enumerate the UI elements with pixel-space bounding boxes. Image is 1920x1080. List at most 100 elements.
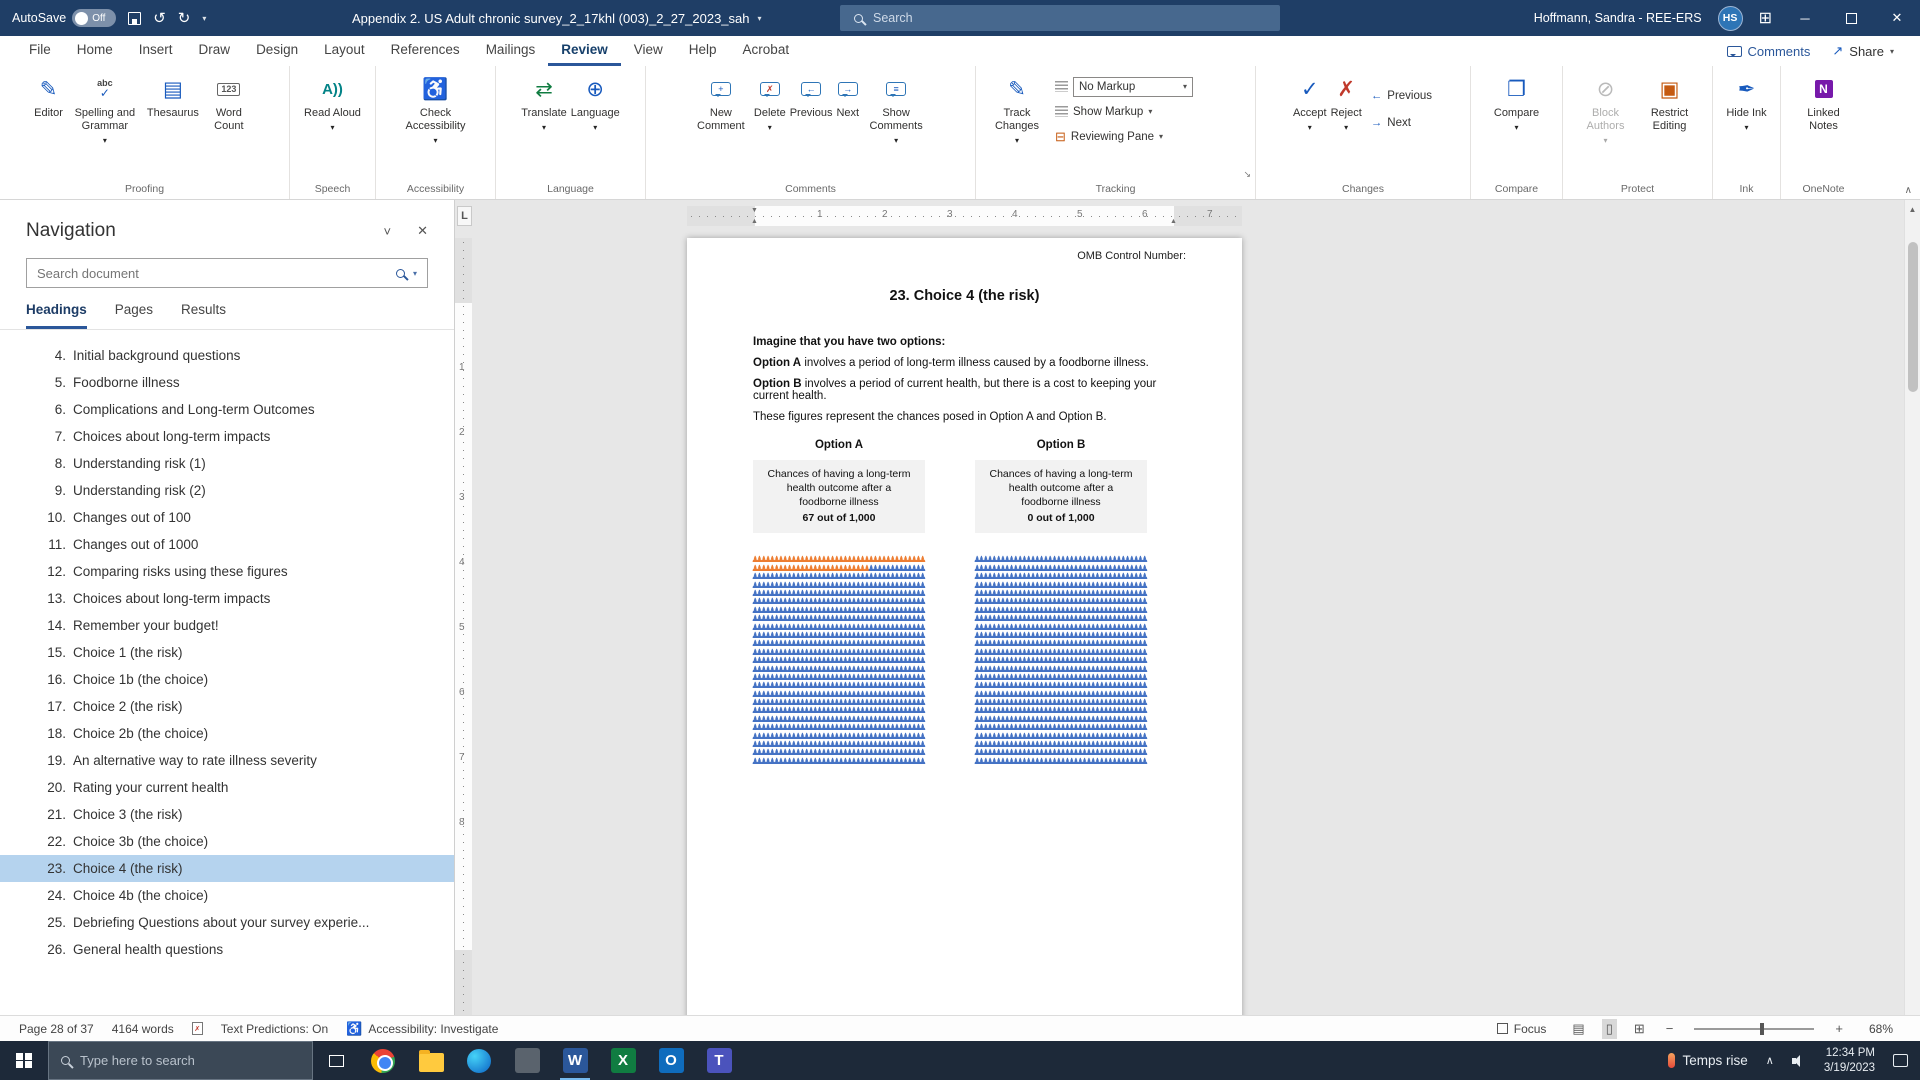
nav-heading-item[interactable]: 15.Choice 1 (the risk) bbox=[0, 639, 454, 666]
spelling-grammar-button[interactable]: abc✓ Spelling and Grammar ▾ bbox=[65, 69, 145, 147]
autosave-switch[interactable]: Off bbox=[72, 9, 116, 27]
nav-heading-item[interactable]: 23.Choice 4 (the risk) bbox=[0, 855, 454, 882]
right-indent-marker[interactable]: ▲ bbox=[1170, 218, 1177, 225]
share-button[interactable]: ↗ Share ▾ bbox=[1832, 43, 1894, 59]
nav-heading-item[interactable]: 14.Remember your budget! bbox=[0, 612, 454, 639]
nav-heading-item[interactable]: 18.Choice 2b (the choice) bbox=[0, 720, 454, 747]
proofing-errors-icon[interactable]: ✗ bbox=[183, 1022, 212, 1035]
zoom-slider[interactable] bbox=[1694, 1028, 1814, 1030]
start-button[interactable] bbox=[0, 1041, 48, 1080]
display-for-review-select[interactable]: No Markup ▾ bbox=[1073, 77, 1193, 97]
next-change-button[interactable]: → Next bbox=[1368, 112, 1435, 133]
first-line-indent-marker[interactable]: ▼ bbox=[751, 207, 758, 214]
document-title-area[interactable]: Appendix 2. US Adult chronic survey_2_17… bbox=[352, 0, 762, 36]
show-comments-button[interactable]: ≡ Show Comments ▾ bbox=[861, 69, 931, 147]
maximize-button[interactable] bbox=[1828, 0, 1874, 36]
app-taskbar-button-4[interactable] bbox=[503, 1041, 551, 1080]
taskbar-search[interactable] bbox=[48, 1041, 313, 1080]
customize-qat-icon[interactable]: ▾ bbox=[202, 14, 206, 23]
avatar[interactable]: HS bbox=[1718, 6, 1743, 31]
nav-search-input[interactable] bbox=[37, 266, 388, 281]
tab-design[interactable]: Design bbox=[243, 36, 311, 66]
page-indicator[interactable]: Page 28 of 37 bbox=[10, 1022, 103, 1036]
tab-references[interactable]: References bbox=[378, 36, 473, 66]
nav-heading-item[interactable]: 4.Initial background questions bbox=[0, 342, 454, 369]
nav-tab-pages[interactable]: Pages bbox=[115, 302, 153, 329]
titlebar-search[interactable] bbox=[840, 5, 1280, 31]
nav-heading-item[interactable]: 25.Debriefing Questions about your surve… bbox=[0, 909, 454, 936]
outlook-taskbar-button[interactable]: O bbox=[647, 1041, 695, 1080]
horizontal-ruler[interactable]: 1234567 ▼ ▲ ▲ bbox=[687, 206, 1242, 226]
nav-heading-item[interactable]: 20.Rating your current health bbox=[0, 774, 454, 801]
scrollbar-thumb[interactable] bbox=[1908, 242, 1918, 392]
accessibility-status[interactable]: ♿ Accessibility: Investigate bbox=[337, 1021, 507, 1037]
tab-layout[interactable]: Layout bbox=[311, 36, 378, 66]
tab-review[interactable]: Review bbox=[548, 36, 621, 66]
nav-pane-close-icon[interactable]: ✕ bbox=[417, 223, 428, 239]
speaker-icon[interactable] bbox=[1792, 1055, 1806, 1067]
search-input[interactable] bbox=[873, 11, 1266, 25]
new-comment-button[interactable]: + New Comment bbox=[690, 69, 752, 135]
read-mode-icon[interactable]: ▤ bbox=[1568, 1019, 1588, 1039]
nav-search-box[interactable]: ▾ bbox=[26, 258, 428, 288]
nav-search-chevron-icon[interactable]: ▾ bbox=[413, 269, 417, 278]
tab-file[interactable]: File bbox=[16, 36, 64, 66]
save-icon[interactable] bbox=[128, 12, 141, 25]
accept-button[interactable]: ✓ Accept ▾ bbox=[1291, 69, 1329, 134]
nav-heading-item[interactable]: 19.An alternative way to rate illness se… bbox=[0, 747, 454, 774]
hidden-icons-chevron-icon[interactable]: ∧ bbox=[1766, 1054, 1774, 1067]
task-view-button[interactable] bbox=[313, 1041, 359, 1080]
nav-heading-item[interactable]: 17.Choice 2 (the risk) bbox=[0, 693, 454, 720]
nav-heading-item[interactable]: 13.Choices about long-term impacts bbox=[0, 585, 454, 612]
scroll-up-icon[interactable]: ▲ bbox=[1905, 200, 1920, 218]
compare-button[interactable]: ❐ Compare ▾ bbox=[1492, 69, 1541, 134]
reviewing-pane-button[interactable]: ⊟ Reviewing Pane ▾ bbox=[1052, 126, 1196, 147]
delete-comment-button[interactable]: ✗ Delete ▾ bbox=[752, 69, 788, 134]
block-authors-button[interactable]: ⊘ Block Authors ▾ bbox=[1574, 69, 1638, 147]
translate-button[interactable]: ⇄ Translate ▾ bbox=[519, 69, 568, 134]
print-layout-icon[interactable]: ▯ bbox=[1602, 1019, 1617, 1039]
weather-widget[interactable]: Temps rise bbox=[1668, 1053, 1748, 1068]
word-count-button[interactable]: 123 Word Count bbox=[201, 69, 257, 135]
nav-heading-item[interactable]: 21.Choice 3 (the risk) bbox=[0, 801, 454, 828]
editor-button[interactable]: ✎ Editor bbox=[32, 69, 65, 122]
linked-notes-button[interactable]: N Linked Notes bbox=[1795, 69, 1853, 135]
tracking-dialog-launcher-icon[interactable]: ↘ bbox=[1243, 169, 1251, 180]
previous-comment-button[interactable]: ← Previous bbox=[788, 69, 835, 122]
redo-icon[interactable]: ↻ bbox=[178, 11, 191, 26]
nav-heading-item[interactable]: 6.Complications and Long-term Outcomes bbox=[0, 396, 454, 423]
excel-taskbar-button[interactable]: X bbox=[599, 1041, 647, 1080]
vertical-scrollbar[interactable]: ▲ bbox=[1904, 200, 1920, 1015]
left-indent-marker[interactable]: ▲ bbox=[751, 218, 758, 225]
minimize-button[interactable]: ─ bbox=[1782, 0, 1828, 36]
nav-heading-item[interactable]: 12.Comparing risks using these figures bbox=[0, 558, 454, 585]
zoom-out-icon[interactable]: − bbox=[1662, 1019, 1678, 1038]
action-center-icon[interactable] bbox=[1893, 1054, 1908, 1067]
nav-heading-item[interactable]: 24.Choice 4b (the choice) bbox=[0, 882, 454, 909]
show-markup-button[interactable]: Show Markup ▾ bbox=[1052, 101, 1196, 122]
tab-insert[interactable]: Insert bbox=[126, 36, 186, 66]
word-count-indicator[interactable]: 4164 words bbox=[103, 1022, 183, 1036]
nav-heading-item[interactable]: 9.Understanding risk (2) bbox=[0, 477, 454, 504]
file-explorer-taskbar-button[interactable] bbox=[407, 1041, 455, 1080]
nav-heading-item[interactable]: 10.Changes out of 100 bbox=[0, 504, 454, 531]
taskbar-search-input[interactable] bbox=[80, 1053, 300, 1068]
undo-icon[interactable]: ↺ bbox=[153, 11, 166, 26]
tab-view[interactable]: View bbox=[621, 36, 676, 66]
tab-acrobat[interactable]: Acrobat bbox=[730, 36, 803, 66]
tab-selector-icon[interactable]: L bbox=[457, 206, 472, 226]
nav-tab-headings[interactable]: Headings bbox=[26, 302, 87, 329]
nav-heading-item[interactable]: 26.General health questions bbox=[0, 936, 454, 963]
nav-heading-item[interactable]: 7.Choices about long-term impacts bbox=[0, 423, 454, 450]
next-comment-button[interactable]: → Next bbox=[834, 69, 861, 122]
user-name[interactable]: Hoffmann, Sandra - REE-ERS bbox=[1534, 11, 1702, 25]
ribbon-display-options-icon[interactable]: ⊞ bbox=[1759, 8, 1772, 28]
tab-mailings[interactable]: Mailings bbox=[473, 36, 549, 66]
edge-taskbar-button[interactable] bbox=[455, 1041, 503, 1080]
nav-pane-options-icon[interactable]: ˅ bbox=[384, 224, 392, 239]
restrict-editing-button[interactable]: ▣ Restrict Editing bbox=[1638, 69, 1702, 135]
thesaurus-button[interactable]: ▤ Thesaurus bbox=[145, 69, 201, 122]
text-predictions-indicator[interactable]: Text Predictions: On bbox=[212, 1022, 337, 1036]
nav-heading-item[interactable]: 22.Choice 3b (the choice) bbox=[0, 828, 454, 855]
hide-ink-button[interactable]: ✒ Hide Ink ▾ bbox=[1724, 69, 1770, 134]
